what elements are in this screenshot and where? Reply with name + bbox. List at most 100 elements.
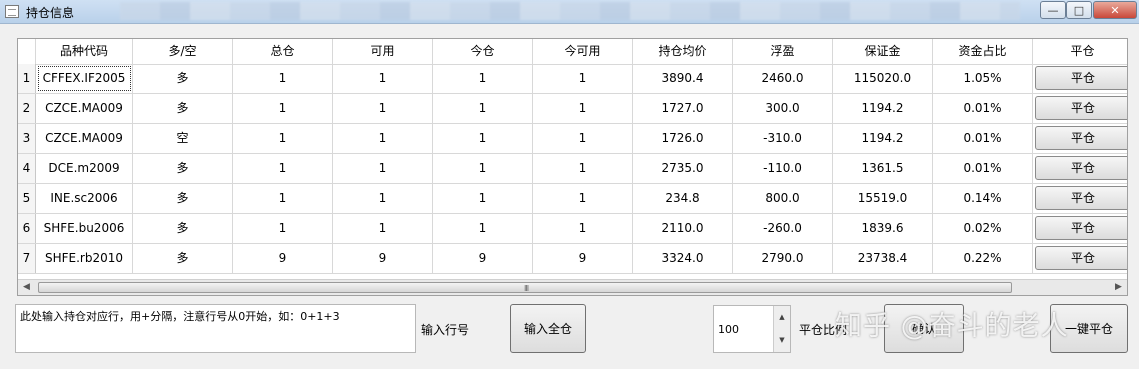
cell-today-position[interactable]: 1 (433, 124, 533, 153)
maximize-button[interactable]: □ (1066, 1, 1092, 19)
close-position-button[interactable]: 平仓 (1035, 126, 1127, 150)
row-number[interactable]: 1 (18, 64, 36, 93)
column-header-fund-ratio[interactable]: 资金占比 (933, 39, 1033, 64)
cell-fund-ratio[interactable]: 1.05% (933, 64, 1033, 93)
cell-total-position[interactable]: 1 (233, 184, 333, 213)
cell-direction[interactable]: 多 (133, 184, 233, 213)
cell-floating-pnl[interactable]: -310.0 (733, 124, 833, 153)
close-ratio-spinbox[interactable]: 100 ▲ ▼ (713, 305, 791, 353)
cell-available[interactable]: 1 (333, 94, 433, 123)
cell-floating-pnl[interactable]: 2460.0 (733, 64, 833, 93)
cell-total-position[interactable]: 1 (233, 154, 333, 183)
row-number[interactable]: 6 (18, 214, 36, 243)
cell-today-position[interactable]: 1 (433, 154, 533, 183)
cell-direction[interactable]: 多 (133, 154, 233, 183)
cell-today-position[interactable]: 1 (433, 184, 533, 213)
spin-down-icon[interactable]: ▼ (773, 329, 790, 352)
cell-product-code[interactable]: INE.sc2006 (36, 184, 133, 213)
positions-table[interactable]: 品种代码 多/空 总仓 可用 今仓 今可用 持仓均价 浮盈 保证金 资金占比 平仓 1 CFFEX.I… (17, 38, 1128, 296)
close-position-button[interactable]: 平仓 (1035, 66, 1127, 90)
cell-direction[interactable]: 多 (133, 64, 233, 93)
cell-available[interactable]: 1 (333, 124, 433, 153)
column-header-today-position[interactable]: 今仓 (433, 39, 533, 64)
cell-product-code[interactable]: CZCE.MA009 (36, 124, 133, 153)
column-header-close-action[interactable]: 平仓 (1033, 39, 1127, 64)
cell-direction[interactable]: 多 (133, 214, 233, 243)
cell-direction[interactable]: 空 (133, 124, 233, 153)
cell-avg-price[interactable]: 1727.0 (633, 94, 733, 123)
cell-close-action[interactable]: 平仓 (1033, 154, 1127, 183)
cell-floating-pnl[interactable]: 2790.0 (733, 244, 833, 273)
cell-today-position[interactable]: 1 (433, 94, 533, 123)
cell-margin[interactable]: 23738.4 (833, 244, 933, 273)
cell-today-available[interactable]: 1 (533, 94, 633, 123)
cell-today-available[interactable]: 1 (533, 124, 633, 153)
cell-available[interactable]: 1 (333, 184, 433, 213)
cell-total-position[interactable]: 1 (233, 64, 333, 93)
table-row[interactable]: 7 SHFE.rb2010 多 9 9 9 9 3324.0 2790.0 23738.4 0.22… (18, 244, 1127, 274)
column-header-today-available[interactable]: 今可用 (533, 39, 633, 64)
cell-close-action[interactable]: 平仓 (1033, 124, 1127, 153)
cell-today-position[interactable]: 9 (433, 244, 533, 273)
cell-avg-price[interactable]: 2110.0 (633, 214, 733, 243)
cell-available[interactable]: 1 (333, 64, 433, 93)
table-row[interactable]: 2 CZCE.MA009 多 1 1 1 1 1727.0 300.0 1194.2 0.01% 平仓 (18, 94, 1127, 124)
cell-margin[interactable]: 115020.0 (833, 64, 933, 93)
cell-total-position[interactable]: 1 (233, 94, 333, 123)
cell-avg-price[interactable]: 234.8 (633, 184, 733, 213)
cell-product-code[interactable]: CZCE.MA009 (36, 94, 133, 123)
cell-total-position[interactable]: 1 (233, 214, 333, 243)
cell-available[interactable]: 9 (333, 244, 433, 273)
column-header-product-code[interactable]: 品种代码 (36, 39, 133, 64)
cell-today-available[interactable]: 9 (533, 244, 633, 273)
table-row[interactable]: 3 CZCE.MA009 空 1 1 1 1 1726.0 -310.0 1194.2 0.01% 平… (18, 124, 1127, 154)
column-header-available[interactable]: 可用 (333, 39, 433, 64)
cell-margin[interactable]: 1194.2 (833, 124, 933, 153)
cell-fund-ratio[interactable]: 0.01% (933, 124, 1033, 153)
cell-fund-ratio[interactable]: 0.01% (933, 154, 1033, 183)
cell-available[interactable]: 1 (333, 214, 433, 243)
table-row[interactable]: 5 INE.sc2006 多 1 1 1 1 234.8 800.0 15519.0 0.14% 平仓 (18, 184, 1127, 214)
cell-close-action[interactable]: 平仓 (1033, 94, 1127, 123)
close-position-button[interactable]: 平仓 (1035, 216, 1127, 240)
close-position-button[interactable]: 平仓 (1035, 156, 1127, 180)
cell-today-available[interactable]: 1 (533, 64, 633, 93)
cell-today-position[interactable]: 1 (433, 214, 533, 243)
cell-direction[interactable]: 多 (133, 94, 233, 123)
close-all-button[interactable]: 输入全仓 (510, 304, 586, 353)
spin-up-icon[interactable]: ▲ (773, 306, 790, 330)
minimize-button[interactable]: — (1040, 1, 1066, 19)
cell-total-position[interactable]: 1 (233, 124, 333, 153)
cell-today-available[interactable]: 1 (533, 154, 633, 183)
cell-floating-pnl[interactable]: 800.0 (733, 184, 833, 213)
column-header-margin[interactable]: 保证金 (833, 39, 933, 64)
cell-floating-pnl[interactable]: -260.0 (733, 214, 833, 243)
cell-floating-pnl[interactable]: -110.0 (733, 154, 833, 183)
cell-fund-ratio[interactable]: 0.22% (933, 244, 1033, 273)
cell-available[interactable]: 1 (333, 154, 433, 183)
close-button[interactable]: ✕ (1093, 1, 1137, 19)
row-number[interactable]: 5 (18, 184, 36, 213)
column-header-avg-price[interactable]: 持仓均价 (633, 39, 733, 64)
table-row[interactable]: 4 DCE.m2009 多 1 1 1 1 2735.0 -110.0 1361.5 0.01% 平仓 (18, 154, 1127, 184)
cell-margin[interactable]: 1839.6 (833, 214, 933, 243)
table-row[interactable]: 6 SHFE.bu2006 多 1 1 1 1 2110.0 -260.0 1839.6 0.02%… (18, 214, 1127, 244)
cell-product-code[interactable]: CFFEX.IF2005 (36, 64, 133, 93)
row-number[interactable]: 2 (18, 94, 36, 123)
cell-fund-ratio[interactable]: 0.01% (933, 94, 1033, 123)
scroll-right-icon[interactable]: ▶ (1115, 282, 1122, 292)
cell-avg-price[interactable]: 1726.0 (633, 124, 733, 153)
row-number[interactable]: 3 (18, 124, 36, 153)
cell-product-code[interactable]: DCE.m2009 (36, 154, 133, 183)
table-row[interactable]: 1 CFFEX.IF2005 多 1 1 1 1 3890.4 2460.0 115020.0 1.… (18, 64, 1127, 94)
row-number[interactable]: 4 (18, 154, 36, 183)
cell-today-position[interactable]: 1 (433, 64, 533, 93)
cell-direction[interactable]: 多 (133, 244, 233, 273)
cell-close-action[interactable]: 平仓 (1033, 214, 1127, 243)
cell-margin[interactable]: 1361.5 (833, 154, 933, 183)
cell-fund-ratio[interactable]: 0.14% (933, 184, 1033, 213)
cell-close-action[interactable]: 平仓 (1033, 184, 1127, 213)
cell-close-action[interactable]: 平仓 (1033, 244, 1127, 273)
close-position-button[interactable]: 平仓 (1035, 186, 1127, 210)
column-header-total-position[interactable]: 总仓 (233, 39, 333, 64)
